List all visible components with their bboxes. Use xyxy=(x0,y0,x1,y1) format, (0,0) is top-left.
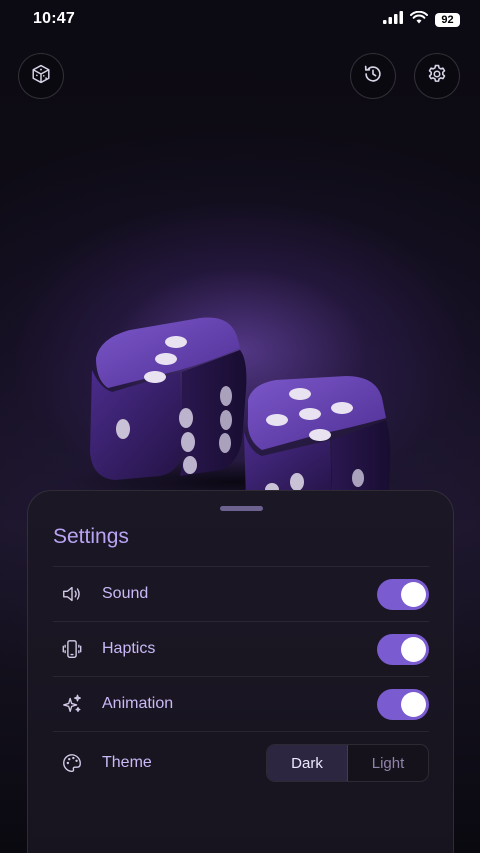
wifi-icon xyxy=(410,10,428,29)
toggle-knob xyxy=(401,636,426,662)
sound-label: Sound xyxy=(102,585,149,602)
settings-button[interactable] xyxy=(414,53,460,99)
status-icons: 92 xyxy=(383,10,460,29)
battery-indicator: 92 xyxy=(435,13,460,27)
setting-row-theme: Theme Dark Light xyxy=(53,731,429,793)
signal-icon xyxy=(383,11,403,29)
settings-title: Settings xyxy=(53,525,129,548)
toggle-knob xyxy=(401,691,426,717)
status-bar: 10:47 92 xyxy=(0,0,480,40)
die-right xyxy=(244,376,391,500)
theme-label: Theme xyxy=(102,753,152,771)
phone-vibrate-icon xyxy=(60,637,84,661)
toggle-knob xyxy=(401,581,426,607)
history-button[interactable] xyxy=(350,53,396,99)
theme-option-dark[interactable]: Dark xyxy=(267,745,348,781)
haptics-label: Haptics xyxy=(102,640,156,657)
speaker-icon xyxy=(60,582,84,606)
setting-row-animation: Animation xyxy=(53,676,429,731)
dice-illustration xyxy=(65,317,405,500)
sheet-handle[interactable] xyxy=(220,506,263,511)
palette-icon xyxy=(60,751,84,775)
theme-option-light[interactable]: Light xyxy=(348,745,428,781)
status-time: 10:47 xyxy=(33,10,75,27)
animation-label: Animation xyxy=(102,695,174,712)
setting-row-haptics: Haptics xyxy=(53,621,429,676)
haptics-toggle[interactable] xyxy=(377,633,429,665)
sound-toggle[interactable] xyxy=(377,578,429,610)
animation-toggle[interactable] xyxy=(377,688,429,720)
gear-icon xyxy=(426,63,448,90)
history-icon xyxy=(362,63,384,90)
theme-segmented-control: Dark Light xyxy=(266,744,429,782)
dice-button[interactable] xyxy=(18,53,64,99)
die-left xyxy=(90,317,247,480)
settings-sheet: Settings Sound Haptics Animation Theme D… xyxy=(27,490,454,853)
setting-row-sound: Sound xyxy=(53,566,429,621)
sparkles-icon xyxy=(60,692,84,716)
dice-icon xyxy=(30,63,52,90)
